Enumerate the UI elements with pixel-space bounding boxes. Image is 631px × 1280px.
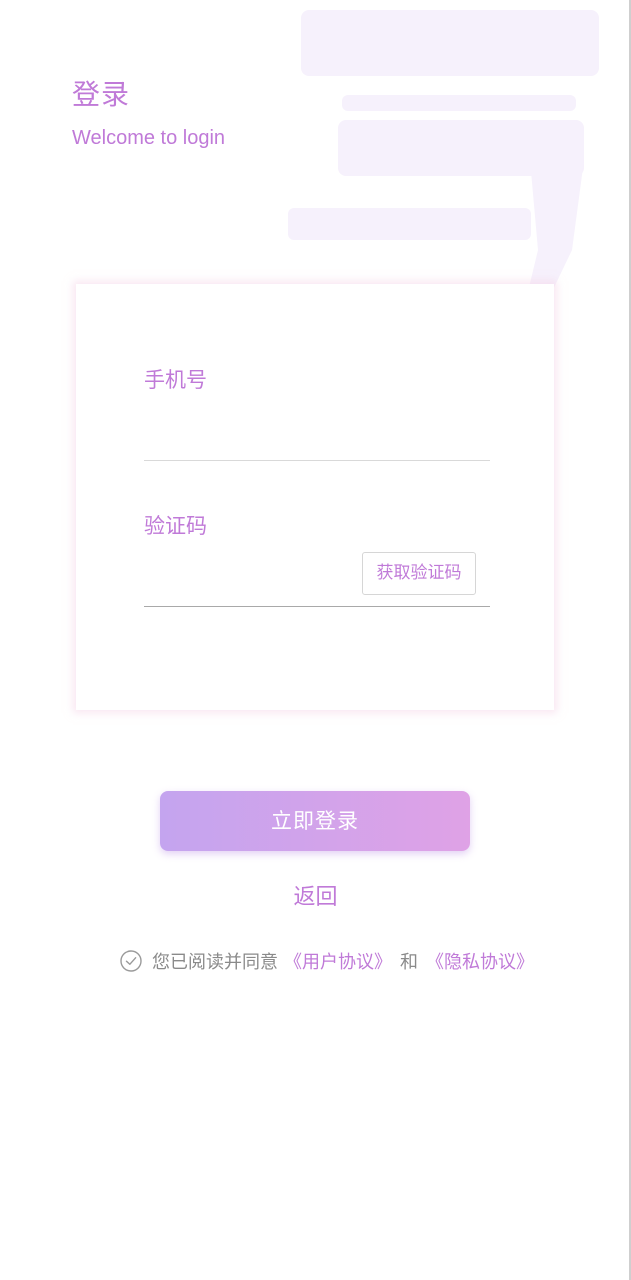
verification-code-label: 验证码 [144,514,207,538]
agreement-and-text: 和 [400,952,418,973]
page-subtitle: Welcome to login [72,127,226,149]
agreement-row: 您已阅读并同意 《用户协议》 和 《隐私协议》 [120,946,534,976]
watermark-glyph-icon [288,10,599,300]
login-button[interactable]: 立即登录 [160,791,470,851]
phone-input[interactable] [144,410,490,461]
login-form-card: 手机号 验证码 获取验证码 [76,284,554,710]
user-agreement-link[interactable]: 《用户协议》 [284,948,392,974]
page-title: 登录 [72,78,131,111]
privacy-policy-link[interactable]: 《隐私协议》 [426,948,534,974]
back-link[interactable]: 返回 [0,882,631,914]
get-code-button[interactable]: 获取验证码 [362,552,476,595]
phone-label: 手机号 [144,368,207,392]
agreement-text: 您已阅读并同意 [152,952,278,973]
check-circle-icon[interactable] [120,950,142,972]
